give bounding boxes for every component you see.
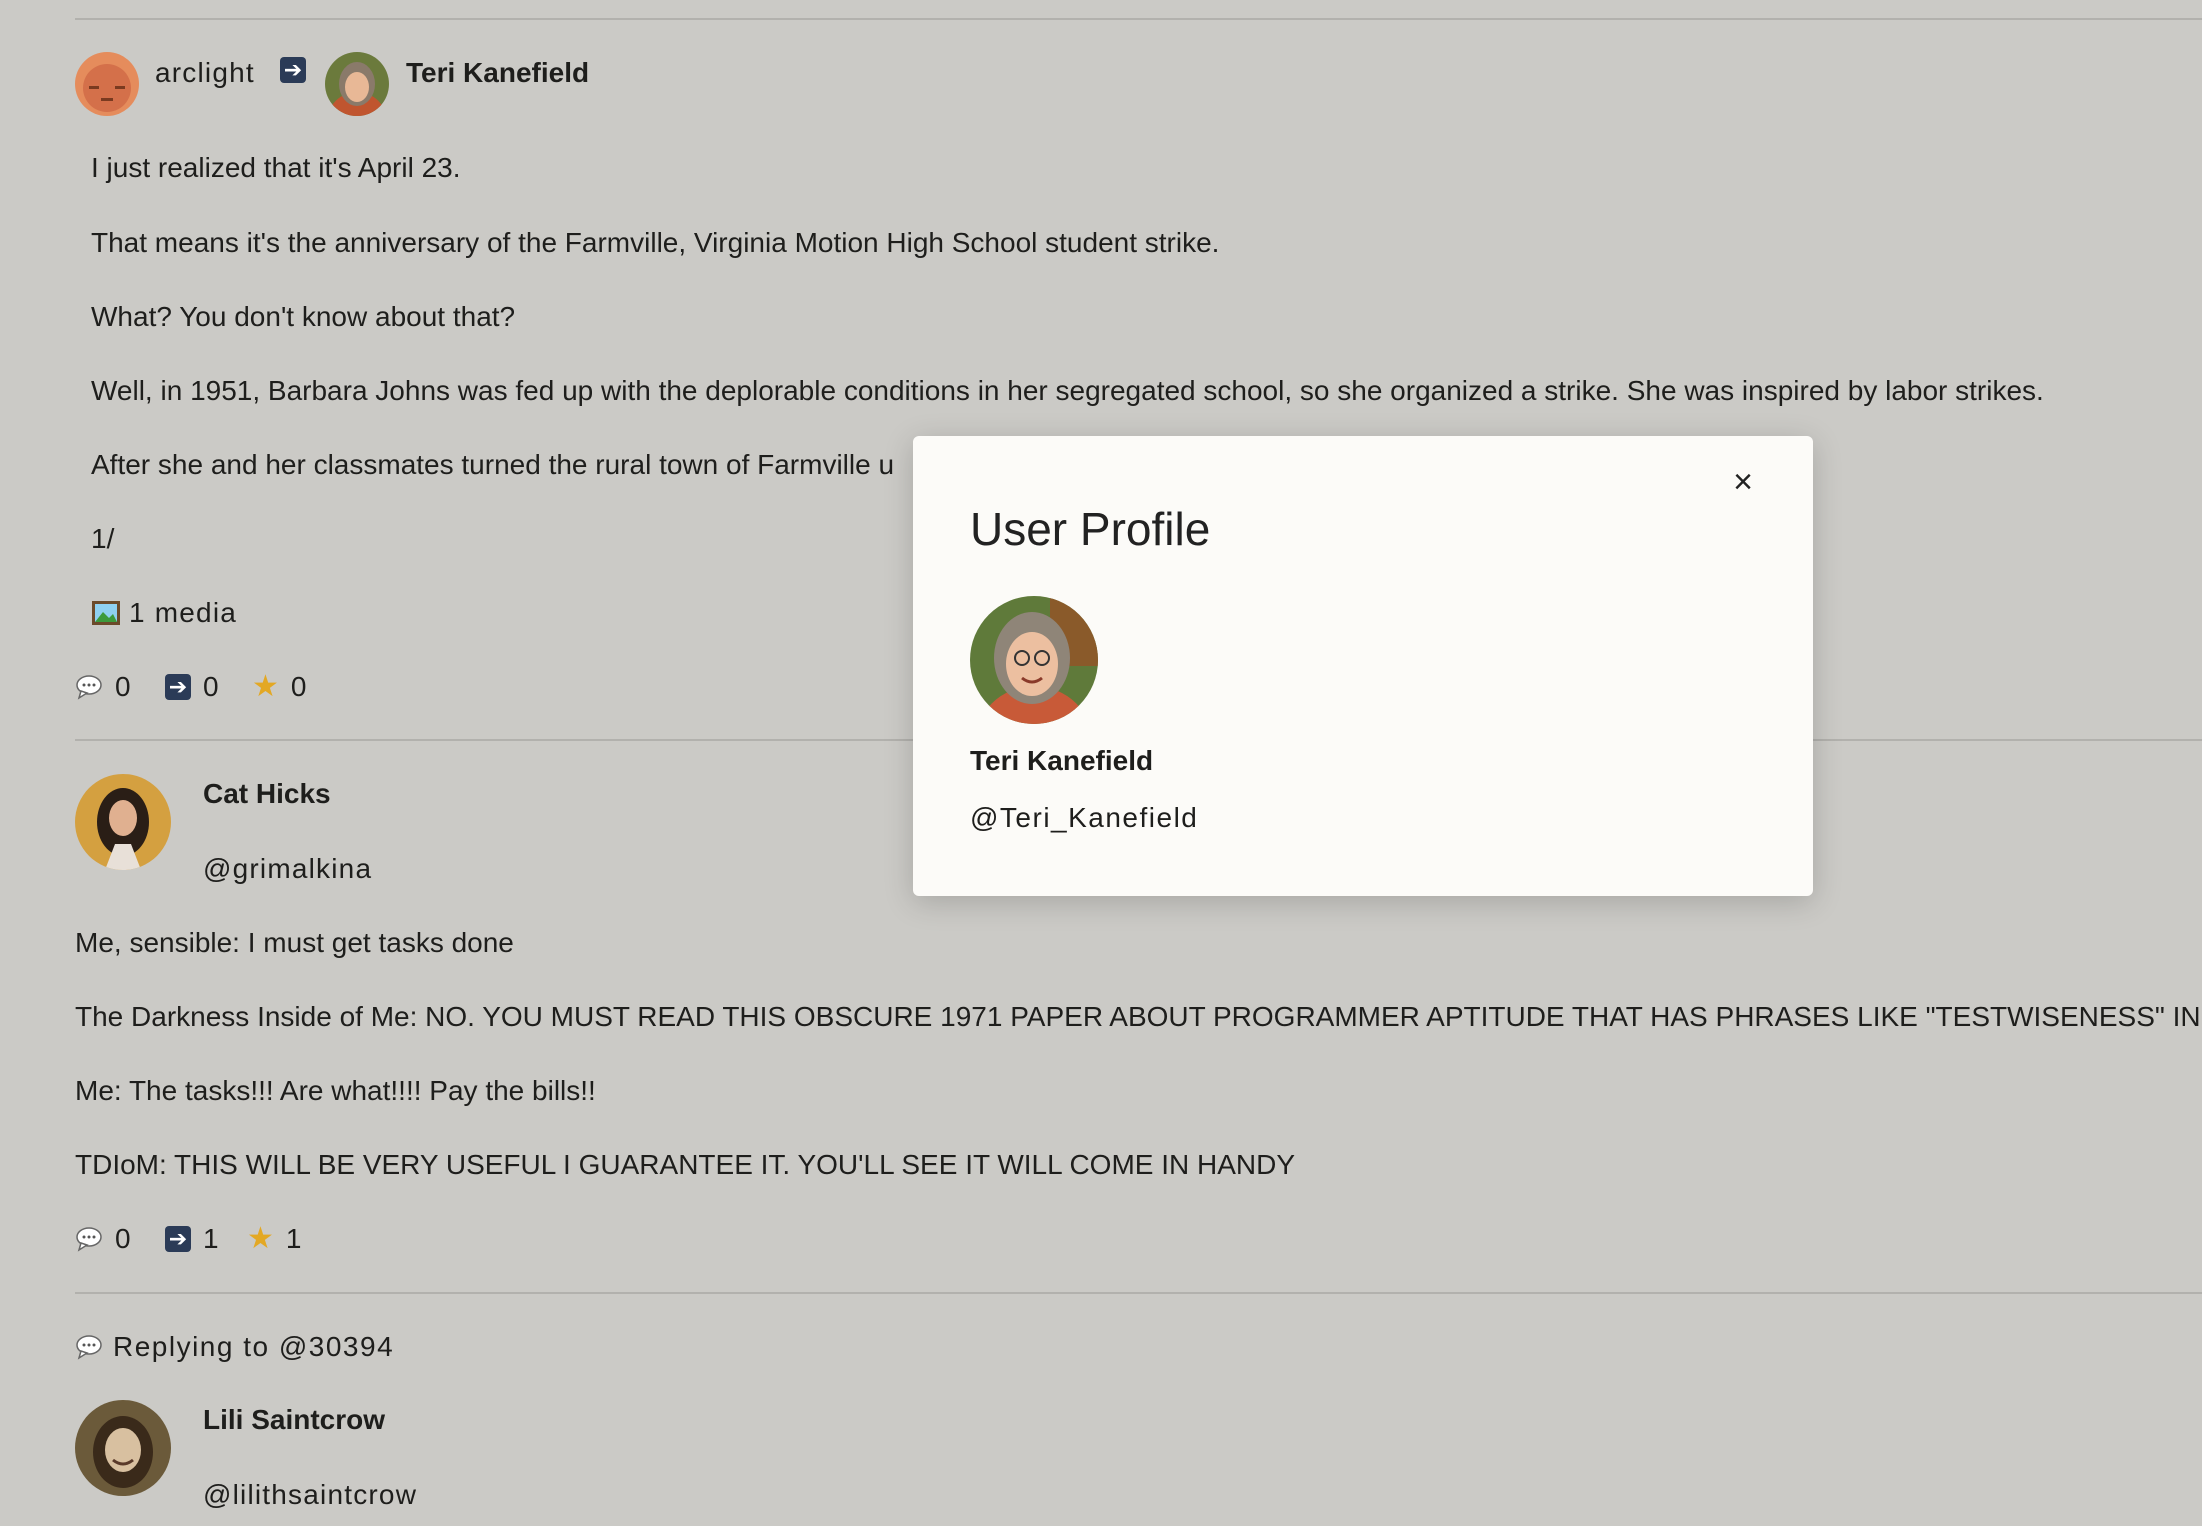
post-divider	[75, 1292, 2202, 1294]
author-handle[interactable]: @lilithsaintcrow	[203, 1478, 417, 1512]
profile-avatar	[970, 596, 1098, 724]
favorite-count: 0	[290, 671, 307, 702]
reply-context[interactable]: Replying to @30394	[75, 1330, 394, 1364]
post-paragraph: After she and her classmates turned the …	[91, 449, 895, 480]
star-icon: ★	[247, 1222, 274, 1255]
reply-count: 0	[115, 1223, 131, 1254]
post-paragraph: I just realized that it's April 23.	[91, 152, 461, 183]
post-paragraph: What? You don't know about that?	[91, 301, 516, 332]
boost-count: 0	[203, 671, 219, 702]
speech-bubble-icon	[76, 1227, 102, 1252]
close-icon[interactable]: ×	[1725, 464, 1761, 500]
post-paragraph: Me, sensible: I must get tasks done	[75, 927, 514, 958]
speech-bubble-icon	[76, 1335, 102, 1360]
media-label: 1 media	[129, 597, 238, 628]
author-name[interactable]: Lili Saintcrow	[203, 1403, 385, 1437]
post-paragraph: Well, in 1951, Barbara Johns was fed up …	[91, 375, 2044, 406]
post-paragraph: Me: The tasks!!! Are what!!!! Pay the bi…	[75, 1075, 596, 1106]
author-avatar[interactable]	[75, 774, 171, 870]
author-avatar[interactable]	[325, 52, 389, 116]
booster-avatar[interactable]	[75, 52, 139, 116]
reply-button[interactable]: 0	[75, 1222, 131, 1256]
boost-arrow-icon: ➔	[280, 57, 306, 83]
favorite-count: 1	[285, 1223, 302, 1254]
media-attachment[interactable]: 1 media	[91, 596, 237, 630]
speech-bubble-icon	[76, 675, 102, 700]
author-avatar[interactable]	[75, 1400, 171, 1496]
framed-picture-icon	[92, 601, 120, 625]
author-name[interactable]: Cat Hicks	[203, 777, 331, 811]
booster-name[interactable]: arclight	[155, 56, 255, 90]
profile-handle: @Teri_Kanefield	[970, 802, 1199, 833]
post-paragraph: The Darkness Inside of Me: NO. YOU MUST …	[75, 1001, 2202, 1032]
profile-name: Teri Kanefield	[970, 745, 1154, 776]
boost-button[interactable]: ➔ 1	[165, 1222, 219, 1256]
author-handle[interactable]: @grimalkina	[203, 852, 372, 886]
right-arrow-icon: ➔	[165, 1226, 191, 1252]
favorite-button[interactable]: ★ 0	[252, 670, 306, 704]
reply-context-label: Replying to @30394	[113, 1331, 395, 1362]
right-arrow-icon: ➔	[165, 674, 191, 700]
star-icon: ★	[252, 670, 279, 703]
post-paragraph: 1/	[91, 523, 115, 554]
user-profile-modal: × User Profile Teri Kanefield @Teri_Kane…	[913, 436, 1813, 896]
author-name[interactable]: Teri Kanefield	[406, 56, 589, 90]
reply-button[interactable]: 0	[75, 670, 131, 704]
modal-title: User Profile	[970, 503, 1211, 555]
post-paragraph: TDIoM: THIS WILL BE VERY USEFUL I GUARAN…	[75, 1149, 1296, 1180]
post-paragraph: That means it's the anniversary of the F…	[91, 227, 1220, 258]
boost-count: 1	[203, 1223, 219, 1254]
favorite-button[interactable]: ★ 1	[247, 1222, 301, 1256]
top-divider	[75, 18, 2202, 20]
reply-count: 0	[115, 671, 131, 702]
boost-button[interactable]: ➔ 0	[165, 670, 219, 704]
